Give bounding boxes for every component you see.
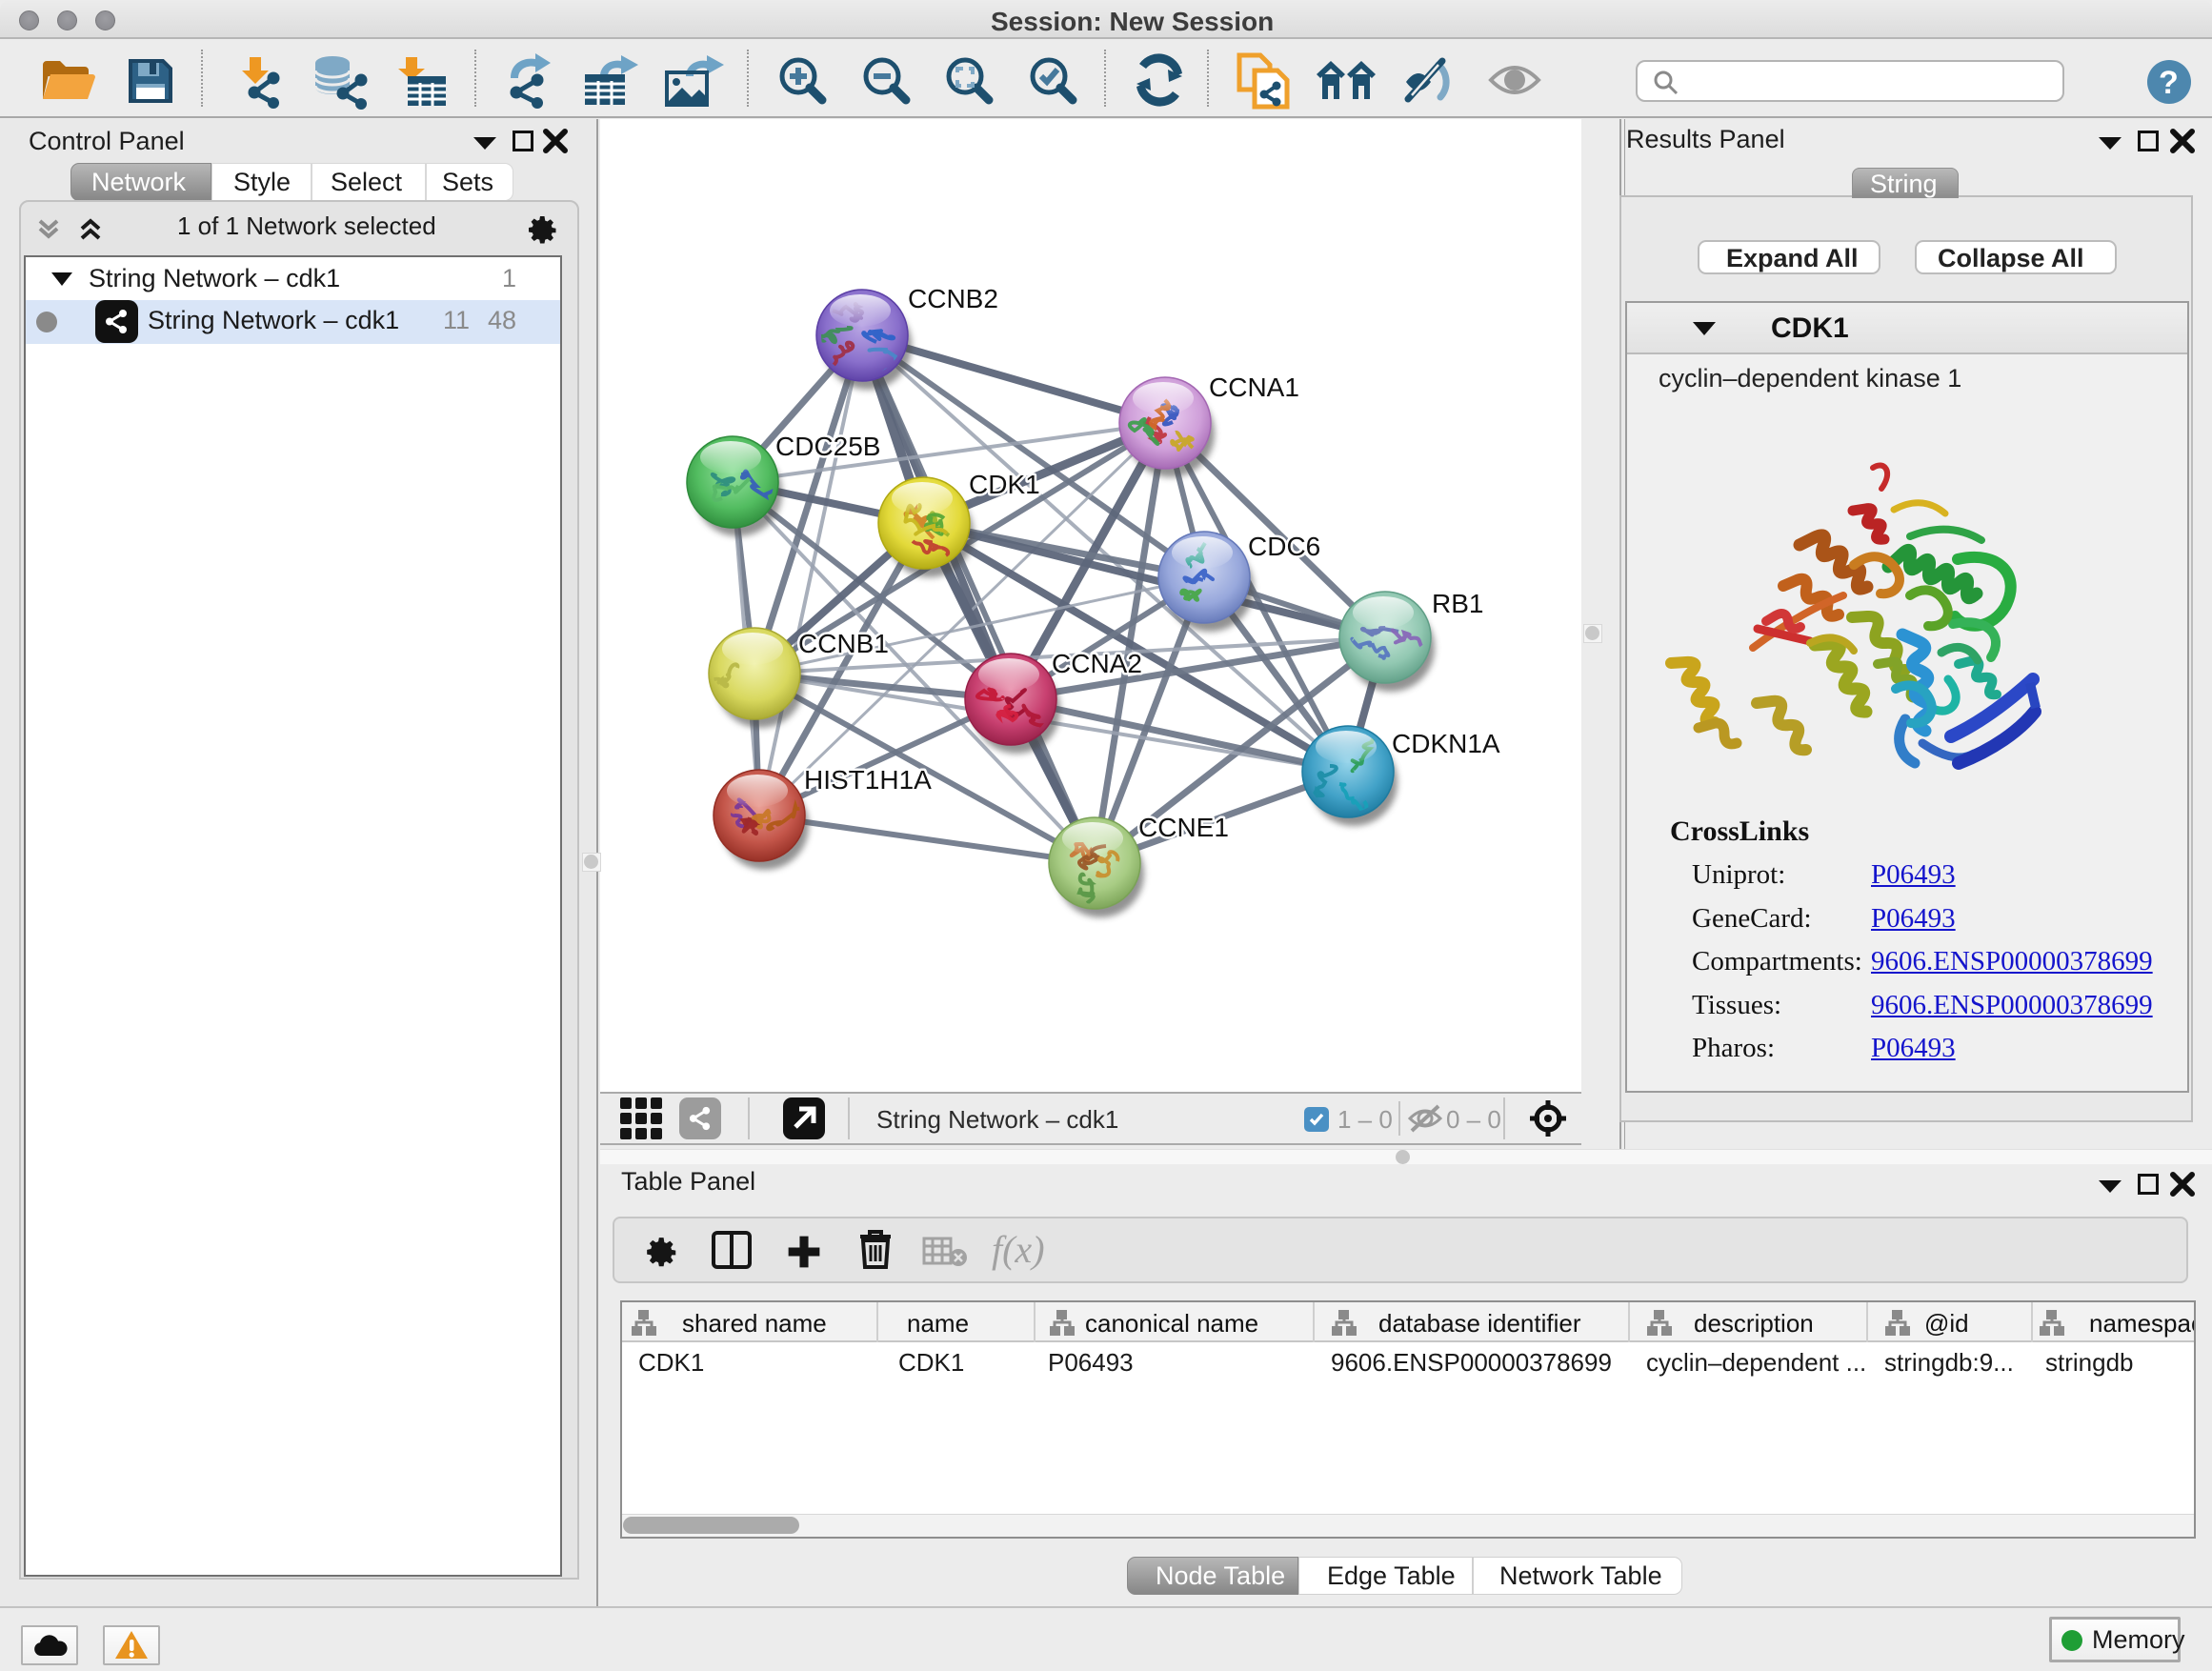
svg-text:CDKN1A: CDKN1A xyxy=(1392,729,1500,758)
svg-text:CCNA2: CCNA2 xyxy=(1052,649,1142,678)
svg-text:CCNE1: CCNE1 xyxy=(1138,813,1229,842)
svg-text:HIST1H1A: HIST1H1A xyxy=(804,765,932,795)
svg-text:CDK1: CDK1 xyxy=(969,470,1040,499)
svg-text:RB1: RB1 xyxy=(1432,589,1483,618)
svg-text:CCNB2: CCNB2 xyxy=(908,284,998,313)
svg-text:CCNB1: CCNB1 xyxy=(798,629,889,658)
svg-text:CDC6: CDC6 xyxy=(1248,532,1320,561)
svg-text:CDC25B: CDC25B xyxy=(775,432,880,461)
svg-text:CCNA1: CCNA1 xyxy=(1209,372,1299,402)
